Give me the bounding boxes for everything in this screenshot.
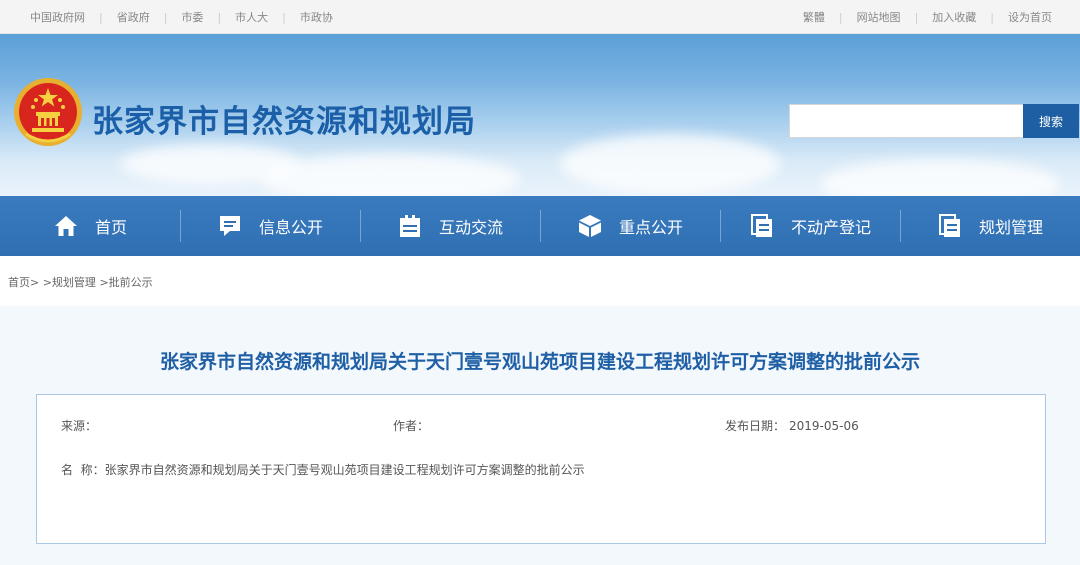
breadcrumb-pre-approval-notice[interactable]: >批前公示 [99,276,152,289]
nav-item-label: 不动产登记 [790,218,871,237]
site-title[interactable]: 张家界市自然资源和规划局 [92,96,476,141]
name-label: 名 称： [61,463,105,477]
breadcrumb-planning-management[interactable]: >规划管理 [43,276,96,289]
documents-icon [749,213,775,239]
nav-item-planning-management[interactable]: 规划管理 [900,196,1080,256]
nav-item-label: 规划管理 [978,218,1043,237]
source-meta: 来源： [61,417,97,434]
nav-item-key-disclosure[interactable]: 重点公开 [540,196,720,256]
name-line: 名 称：张家界市自然资源和规划局关于天门壹号观山苑项目建设工程规划许可方案调整的… [61,461,585,478]
link-province-gov[interactable]: 省政府 [103,9,164,25]
nav-item-real-estate-registration[interactable]: 不动产登记 [720,196,900,256]
cloud-decoration [820,159,1060,196]
search-button[interactable]: 搜索 [1023,104,1079,138]
link-traditional-chinese[interactable]: 繁體 [789,9,839,25]
nav-item-label: 互动交流 [438,218,503,237]
date-value: 2019-05-06 [789,419,859,433]
date-meta: 发布日期： 2019-05-06 [725,417,859,434]
search-input[interactable] [789,104,1023,138]
nav-item-interaction[interactable]: 互动交流 [360,196,540,256]
source-label: 来源： [61,419,98,433]
breadcrumb-home[interactable]: 首页> [8,276,39,289]
nav-item-home[interactable]: 首页 [0,196,180,256]
author-meta: 作者： [393,417,429,434]
link-city-committee[interactable]: 市委 [167,9,217,25]
nav-item-label: 重点公开 [618,218,683,237]
link-sitemap[interactable]: 网站地图 [843,9,915,25]
cube-icon [577,213,603,239]
link-set-homepage[interactable]: 设为首页 [994,9,1052,25]
nav-item-info-disclosure[interactable]: 信息公开 [180,196,360,256]
date-label: 发布日期： [725,419,786,433]
article-title: 张家界市自然资源和规划局关于天门壹号观山苑项目建设工程规划许可方案调整的批前公示 [159,351,920,373]
national-emblem-icon [14,78,82,146]
message-icon [217,213,243,239]
link-gov-portal[interactable]: 中国政府网 [30,9,99,25]
top-left-links: 中国政府网 | 省政府 | 市委 | 市人大 | 市政协 [30,0,347,34]
author-label: 作者： [393,419,430,433]
header-banner: 张家界市自然资源和规划局 搜索 [0,34,1080,196]
home-icon [53,213,79,239]
top-right-links: 繁體 | 网站地图 | 加入收藏 | 设为首页 [789,0,1052,34]
clipboard-icon [397,213,423,239]
link-city-cppcc[interactable]: 市政协 [286,9,347,25]
breadcrumb: 首页> >规划管理 >批前公示 [8,274,153,290]
documents-icon [937,213,963,239]
link-add-favorite[interactable]: 加入收藏 [918,9,990,25]
main-nav: 首页 信息公开 互动交流 重点公开 不动产登记 规划管理 [0,196,1080,256]
name-value: 张家界市自然资源和规划局关于天门壹号观山苑项目建设工程规划许可方案调整的批前公示 [104,463,585,477]
top-utility-bar: 中国政府网 | 省政府 | 市委 | 市人大 | 市政协 繁體 | 网站地图 |… [0,0,1080,34]
cloud-decoration [560,134,780,194]
search-bar: 搜索 [789,104,1079,138]
nav-item-label: 首页 [94,218,127,237]
cloud-decoration [260,154,520,196]
nav-item-label: 信息公开 [258,218,323,237]
link-city-npc[interactable]: 市人大 [221,9,282,25]
article-info-box: 来源： 作者： 发布日期： 2019-05-06 名 称：张家界市自然资源和规划局… [36,394,1046,544]
